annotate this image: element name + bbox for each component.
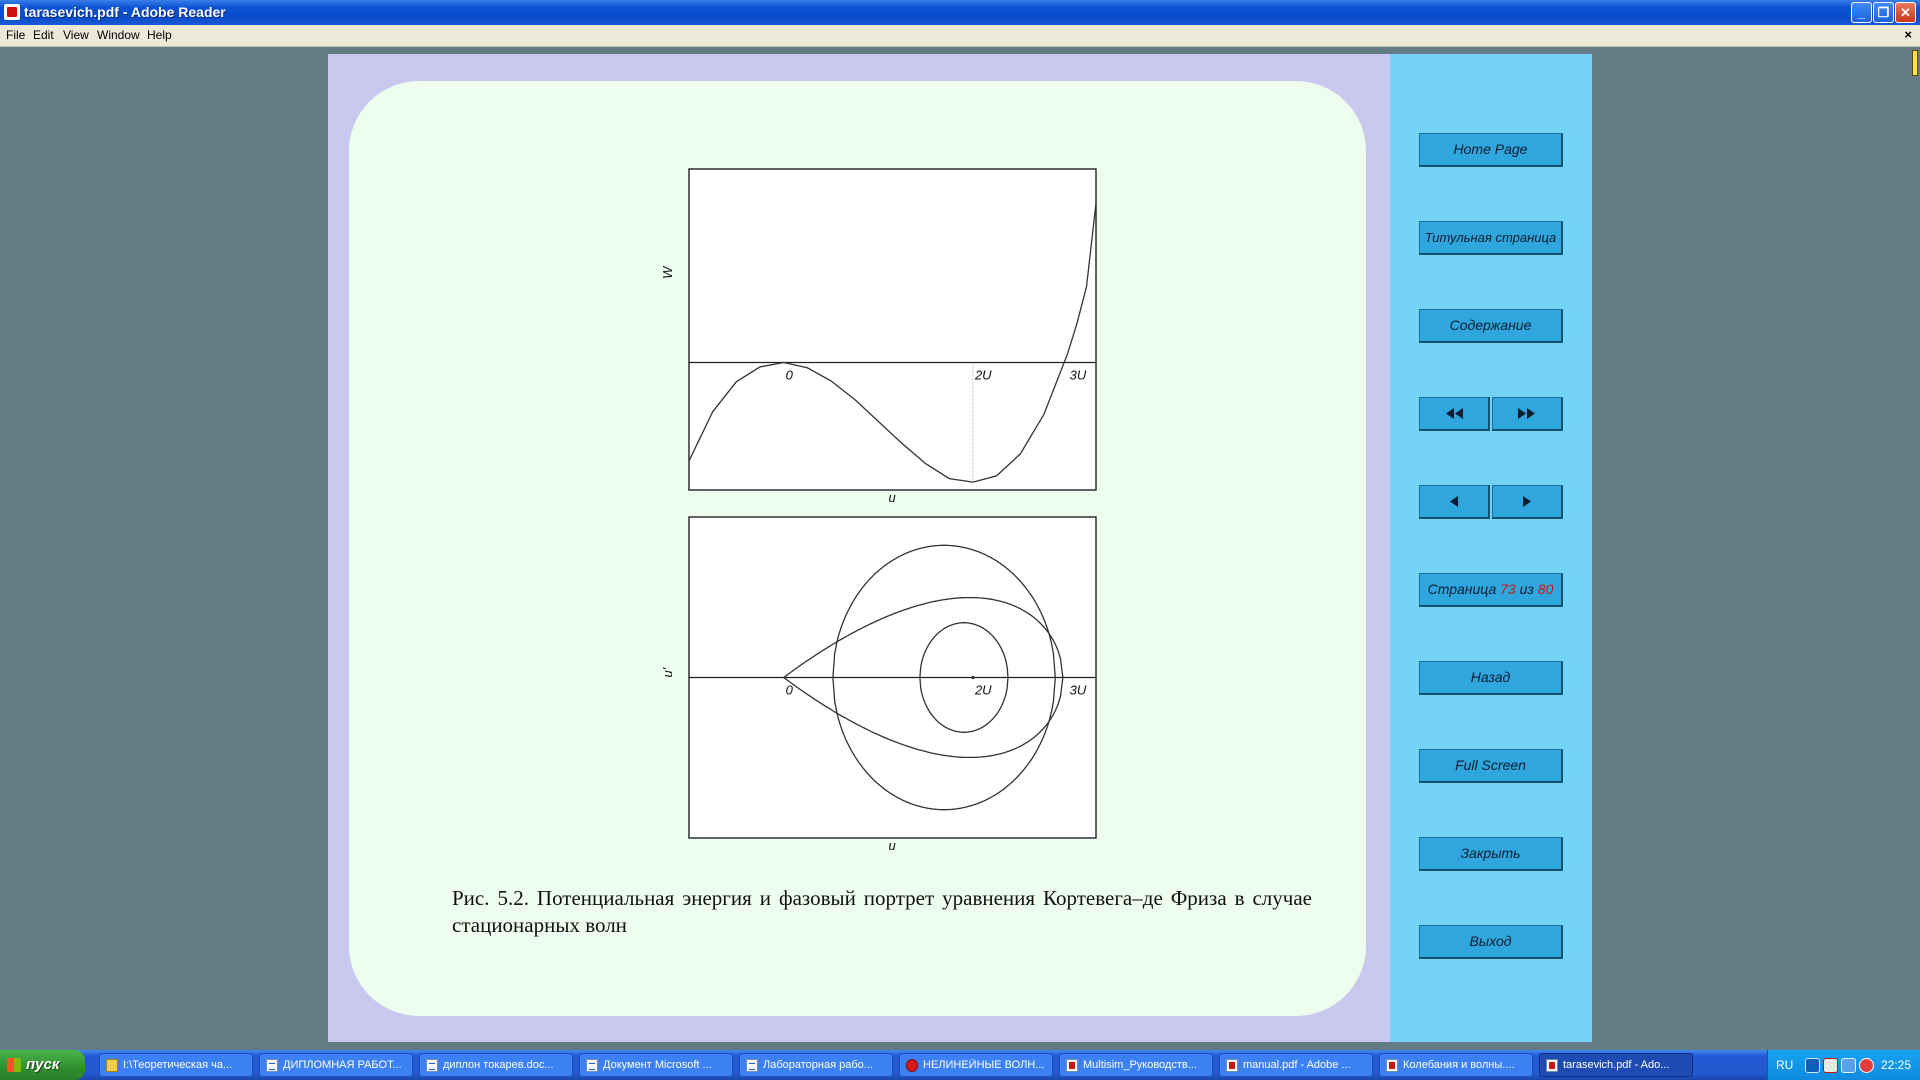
menu-help[interactable]: Help <box>147 28 172 42</box>
close-button[interactable]: Закрыть <box>1419 837 1563 871</box>
fast-forward-icon <box>1518 408 1535 419</box>
taskbar-item-active[interactable]: tarasevich.pdf - Ado... <box>1539 1053 1693 1077</box>
close-window-button[interactable]: ✕ <box>1895 2 1916 23</box>
x-axis-label: u <box>889 490 896 505</box>
equilibrium-point <box>971 675 975 680</box>
folder-icon <box>106 1059 118 1072</box>
taskbar-item[interactable]: Документ Microsoft ... <box>579 1053 733 1077</box>
monitor-icon[interactable] <box>1841 1058 1856 1073</box>
x-tick-label: 0 <box>786 367 794 382</box>
previous-page-button[interactable] <box>1419 485 1490 519</box>
x-tick-label: 3U <box>1070 367 1087 382</box>
menu-file[interactable]: File <box>6 28 25 42</box>
chart-svg: 0 2U 3U u W <box>660 168 1097 505</box>
close-document-button[interactable]: × <box>1904 27 1912 42</box>
total-page-number: 80 <box>1537 581 1554 597</box>
figure-caption: Рис. 5.2. Потенциальная энергия и фазовы… <box>452 886 1312 937</box>
back-button[interactable]: Назад <box>1419 661 1563 695</box>
home-page-button[interactable]: Home Page <box>1419 133 1563 167</box>
triangle-left-icon <box>1450 496 1458 507</box>
security-alert-icon[interactable] <box>1823 1058 1838 1073</box>
current-page-number: 73 <box>1500 581 1516 597</box>
window-title-bar[interactable]: tarasevich.pdf - Adobe Reader _ ❐ ✕ <box>0 0 1920 25</box>
contents-button[interactable]: Содержание <box>1419 309 1563 343</box>
maximize-button[interactable]: ❐ <box>1873 2 1894 23</box>
full-screen-button[interactable]: Full Screen <box>1419 749 1563 783</box>
scroll-marker[interactable] <box>1912 50 1918 76</box>
pdf-icon <box>1386 1059 1398 1072</box>
document-icon <box>426 1059 438 1072</box>
exit-button[interactable]: Выход <box>1419 925 1563 959</box>
page-separator: из <box>1519 581 1534 597</box>
taskbar-item[interactable]: диплон токарев.doc... <box>419 1053 573 1077</box>
content-card: 0 2U 3U u W 0 2U 3U u u' Рис. 5.2. Потенциальная… <box>349 81 1366 1016</box>
menu-window[interactable]: Window <box>97 28 140 42</box>
menu-edit[interactable]: Edit <box>33 28 54 42</box>
pdf-icon <box>1226 1059 1238 1072</box>
taskbar-item[interactable]: I:\Теоретическая ча... <box>99 1053 253 1077</box>
rewind-icon <box>1446 408 1463 419</box>
antivirus-icon[interactable] <box>1859 1058 1874 1073</box>
y-axis-label: u' <box>660 667 675 677</box>
network-icon[interactable] <box>1805 1058 1820 1073</box>
first-page-button[interactable] <box>1419 397 1490 431</box>
window-title: tarasevich.pdf - Adobe Reader <box>24 4 226 20</box>
taskbar-item[interactable]: Колебания и волны.... <box>1379 1053 1533 1077</box>
document-icon <box>266 1059 278 1072</box>
x-tick-label: 2U <box>974 367 992 382</box>
taskbar-item[interactable]: Лабораторная рабо... <box>739 1053 893 1077</box>
y-axis-label: W <box>660 265 675 279</box>
taskbar-item[interactable]: ДИПЛОМНАЯ РАБОТ... <box>259 1053 413 1077</box>
start-button[interactable]: пуск <box>0 1050 85 1080</box>
adobe-reader-icon <box>4 4 20 20</box>
windows-logo-icon <box>7 1058 21 1072</box>
taskbar: пуск I:\Теоретическая ча... ДИПЛОМНАЯ РА… <box>0 1050 1920 1080</box>
taskbar-item[interactable]: Multisim_Руководств... <box>1059 1053 1213 1077</box>
pdf-icon <box>1546 1059 1558 1072</box>
start-label: пуск <box>26 1056 60 1073</box>
language-indicator[interactable]: RU <box>1776 1058 1793 1072</box>
plot-area <box>688 168 1097 491</box>
pdf-icon <box>1066 1059 1078 1072</box>
x-tick-label: 2U <box>974 683 992 698</box>
triangle-right-icon <box>1523 496 1531 507</box>
clock: 22:25 <box>1880 1058 1911 1072</box>
x-tick-label: 3U <box>1070 683 1087 698</box>
next-page-button[interactable] <box>1492 485 1563 519</box>
minimize-button[interactable]: _ <box>1851 2 1872 23</box>
potential-energy-chart: 0 2U 3U u W <box>659 166 1099 509</box>
document-icon <box>586 1059 598 1072</box>
x-axis-label: u <box>889 838 896 853</box>
taskbar-item[interactable]: НЕЛИНЕЙНЫЕ ВОЛН... <box>899 1053 1053 1077</box>
taskbar-item[interactable]: manual.pdf - Adobe ... <box>1219 1053 1373 1077</box>
page-prefix: Страница <box>1427 581 1497 597</box>
menu-bar: File Edit View Window Help × <box>0 25 1920 47</box>
chart-svg: 0 2U 3U u u' <box>660 516 1097 853</box>
opera-icon <box>906 1059 918 1072</box>
navigation-sidebar: Home Page Титульная страница Содержание … <box>1390 54 1592 1042</box>
system-tray: RU 22:25 <box>1767 1050 1920 1080</box>
last-page-button[interactable] <box>1492 397 1563 431</box>
x-tick-label: 0 <box>786 683 794 698</box>
menu-view[interactable]: View <box>63 28 89 42</box>
phase-portrait-chart: 0 2U 3U u u' <box>659 514 1099 857</box>
title-page-button[interactable]: Титульная страница <box>1419 221 1563 255</box>
page-indicator: Страница 73 из 80 <box>1419 573 1563 607</box>
document-icon <box>746 1059 758 1072</box>
